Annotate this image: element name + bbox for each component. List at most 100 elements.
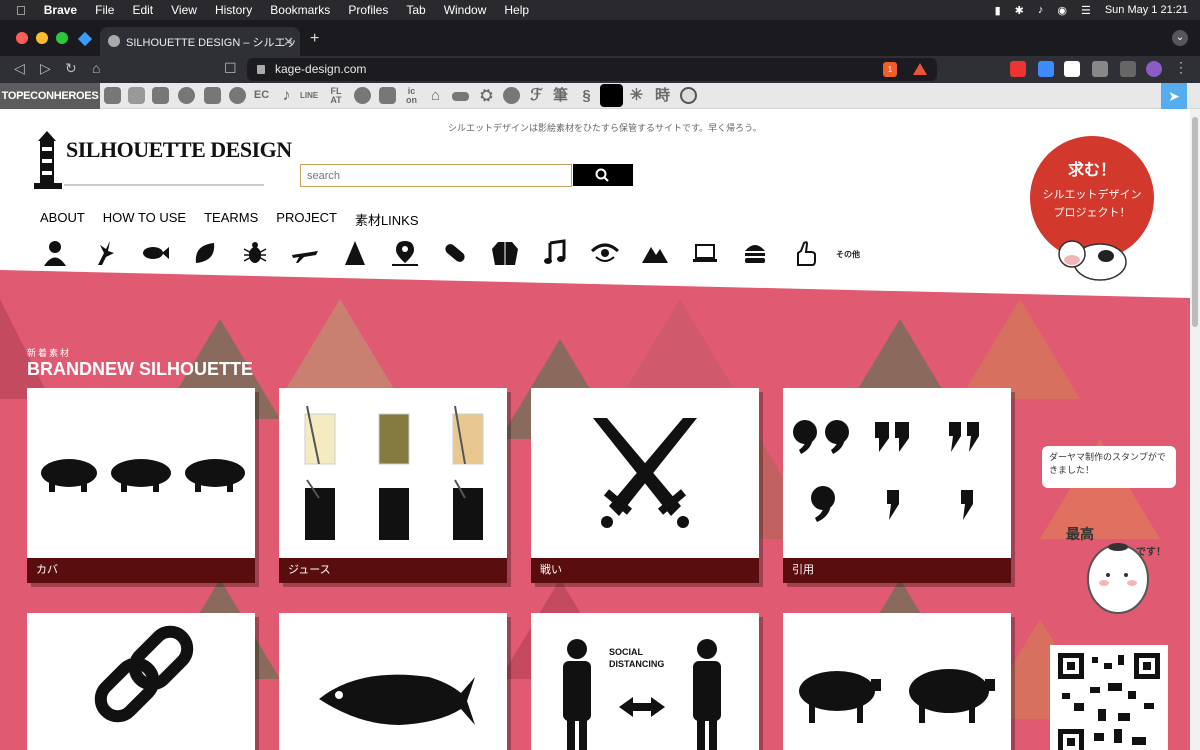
extension-youtube-icon[interactable] xyxy=(1010,61,1026,77)
url-text: kage-design.com xyxy=(275,62,367,76)
burst-icon[interactable]: ✳ xyxy=(628,87,645,104)
badge-line1: シルエットデザイン xyxy=(1042,189,1142,201)
s-letter-icon[interactable]: § xyxy=(578,87,595,104)
cow-mascot-icon xyxy=(1058,240,1127,281)
new-tab-button[interactable]: + xyxy=(310,30,319,48)
qr-code[interactable] xyxy=(1050,645,1168,750)
battery-icon[interactable]: ▮ xyxy=(995,4,1001,17)
menubar-clock[interactable]: Sun May 1 21:21 xyxy=(1105,4,1188,16)
nav-tearms[interactable]: TEARMS xyxy=(204,210,258,229)
mascot-word2: です！ xyxy=(1136,547,1166,558)
flat-text[interactable]: FL AT xyxy=(326,87,346,105)
shields-count: 1 xyxy=(887,65,893,74)
bird-icon[interactable]: ⛭ xyxy=(478,87,495,104)
pinned-tab-favicon-icon[interactable] xyxy=(77,31,93,47)
f-letter-icon[interactable]: ℱ xyxy=(528,87,545,104)
face-icon[interactable] xyxy=(680,87,697,104)
menu-app-name[interactable]: Brave xyxy=(44,3,77,17)
section-subtitle: 新着素材 xyxy=(27,348,72,358)
extensions-puzzle-icon[interactable] xyxy=(1092,61,1108,77)
grid-icon[interactable] xyxy=(600,84,623,107)
card-social-distancing[interactable]: SOCIAL DISTANCING xyxy=(531,613,759,750)
volume-icon[interactable]: ♪ xyxy=(1038,4,1044,16)
bluetooth-icon[interactable]: ✱ xyxy=(1015,4,1024,17)
home-icon[interactable]: ⌂ xyxy=(92,60,100,76)
address-bar[interactable]: kage-design.com 1 xyxy=(247,58,937,81)
pig-icon xyxy=(799,669,995,723)
menu-view[interactable]: View xyxy=(171,3,197,17)
extension-gem-icon[interactable] xyxy=(1038,61,1054,77)
menu-history[interactable]: History xyxy=(215,3,252,17)
sofa-icon[interactable] xyxy=(452,92,469,101)
figure-icon[interactable] xyxy=(152,87,169,104)
menu-edit[interactable]: Edit xyxy=(132,3,153,17)
close-window-button[interactable] xyxy=(16,32,28,44)
scrollbar-thumb[interactable] xyxy=(1192,117,1198,327)
card-hippo[interactable]: カバ xyxy=(27,388,255,583)
ec-text[interactable]: EC xyxy=(253,87,270,104)
extension-x-icon[interactable] xyxy=(1064,61,1080,77)
apple-icon[interactable]:  xyxy=(16,3,26,18)
card-chain[interactable] xyxy=(27,613,255,750)
window-controls xyxy=(16,32,76,44)
site-logo-text[interactable]: SILHOUETTE DESIGN xyxy=(66,137,292,163)
copy-icon[interactable] xyxy=(128,87,145,104)
fude-kanji[interactable]: 筆 xyxy=(552,87,569,104)
bookmark-icon[interactable]: ☐ xyxy=(224,60,237,77)
card-caption: カバ xyxy=(27,558,255,583)
nav-links[interactable]: 素材LINKS xyxy=(355,210,419,229)
forward-icon[interactable]: ▷ xyxy=(40,60,51,77)
browser-menu-icon[interactable]: ⋮ xyxy=(1174,59,1188,76)
menu-tab[interactable]: Tab xyxy=(406,3,425,17)
card-juice[interactable]: ジュース xyxy=(279,388,507,583)
menu-window[interactable]: Window xyxy=(444,3,487,17)
site-tagline: シルエットデザインは影絵素材をひたすら保管するサイトです。早く帰ろう。 xyxy=(448,123,762,133)
speech-bubble-icon[interactable] xyxy=(178,87,195,104)
icon-text[interactable]: ic on xyxy=(403,87,420,105)
toki-kanji[interactable]: 時 xyxy=(654,87,671,104)
nav-how-to-use[interactable]: HOW TO USE xyxy=(103,210,186,229)
reload-icon[interactable]: ↻ xyxy=(65,60,77,77)
card-quote[interactable]: 引用 xyxy=(783,388,1011,583)
card-caption: ジュース xyxy=(279,558,507,583)
nav-project[interactable]: PROJECT xyxy=(276,210,337,229)
card-tuna[interactable] xyxy=(279,613,507,750)
parking-icon[interactable] xyxy=(379,87,396,104)
active-tab[interactable]: SILHOUETTE DESIGN – シルエッ ✕ xyxy=(100,27,300,56)
brave-rewards-icon[interactable] xyxy=(913,63,927,75)
topecon-brand[interactable]: TOPECONHEROES xyxy=(0,83,100,109)
gear-badge-icon[interactable] xyxy=(503,87,520,104)
menu-file[interactable]: File xyxy=(95,3,114,17)
tab-title: SILHOUETTE DESIGN – シルエッ xyxy=(126,36,297,49)
wallet-icon[interactable] xyxy=(1120,61,1136,77)
page-scrollbar[interactable] xyxy=(1190,109,1200,750)
nav-about[interactable]: ABOUT xyxy=(40,210,85,229)
zoom-window-button[interactable] xyxy=(56,32,68,44)
line-text[interactable]: LINE xyxy=(300,87,318,104)
music-note-icon[interactable]: ♪ xyxy=(278,87,295,104)
twitter-icon[interactable]: ➤ xyxy=(1161,83,1187,109)
house-icon[interactable]: ⌂ xyxy=(427,87,444,104)
flower-icon[interactable] xyxy=(229,87,246,104)
bookmark-strip-icon[interactable] xyxy=(204,87,221,104)
tab-close-icon[interactable]: ✕ xyxy=(283,34,294,50)
card-caption: 戦い xyxy=(531,558,759,583)
animal-icon[interactable] xyxy=(104,87,121,104)
menu-bookmarks[interactable]: Bookmarks xyxy=(270,3,330,17)
search-button[interactable] xyxy=(573,164,633,186)
wifi-icon[interactable]: ◉ xyxy=(1057,4,1067,17)
minimize-window-button[interactable] xyxy=(36,32,48,44)
stamp-speech-bubble[interactable]: ダーヤマ制作のスタンプができました！ xyxy=(1042,446,1176,488)
control-center-icon[interactable]: ☰ xyxy=(1081,4,1091,17)
menu-profiles[interactable]: Profiles xyxy=(348,3,388,17)
lock-icon[interactable] xyxy=(257,65,265,74)
tab-search-button[interactable]: ⌄ xyxy=(1172,30,1188,46)
card-pig[interactable] xyxy=(783,613,1011,750)
back-icon[interactable]: ◁ xyxy=(14,60,25,77)
card-battle[interactable]: 戦い xyxy=(531,388,759,583)
profile-avatar-icon[interactable] xyxy=(1146,61,1162,77)
brave-shields-icon[interactable]: 1 xyxy=(883,62,897,77)
smile-icon[interactable] xyxy=(354,87,371,104)
menu-help[interactable]: Help xyxy=(504,3,529,17)
search-input[interactable] xyxy=(300,164,572,187)
